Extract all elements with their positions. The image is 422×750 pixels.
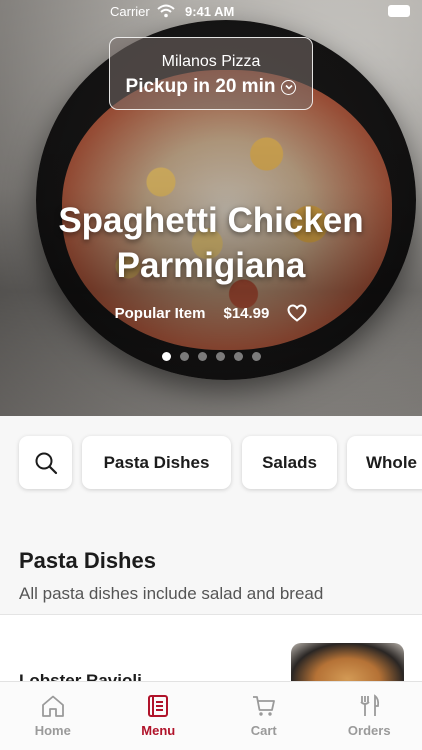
carousel-dot[interactable] <box>161 352 171 361</box>
menu-item-row[interactable]: Lobster Ravioli <box>0 615 422 703</box>
carrier-label: Carrier <box>110 4 150 19</box>
tab-cart-label: Cart <box>250 723 277 738</box>
featured-title-line-2: Parmigiana <box>116 246 306 285</box>
tab-menu[interactable]: Menu <box>106 682 212 750</box>
menu-icon <box>148 695 169 717</box>
featured-meta: Popular Item $14.99 <box>0 304 422 322</box>
cart-icon <box>252 696 275 716</box>
wifi-icon <box>157 4 175 18</box>
heart-icon[interactable] <box>287 304 307 322</box>
battery-icon <box>388 5 410 17</box>
carousel-dot[interactable] <box>179 352 189 361</box>
search-button[interactable] <box>19 436 72 489</box>
tab-bar: Home Menu Cart Orders <box>0 681 422 750</box>
featured-hero[interactable]: Carrier 9:41 AM Milanos Pizza Pickup in … <box>0 0 422 416</box>
status-bar: Carrier 9:41 AM <box>0 0 422 24</box>
category-strip[interactable]: Pasta Dishes Salads Whole <box>0 416 422 508</box>
featured-tag: Popular Item <box>114 304 206 322</box>
home-icon <box>41 695 64 717</box>
store-name: Milanos Pizza <box>161 53 261 70</box>
section-subtitle: All pasta dishes include salad and bread <box>19 584 324 603</box>
search-icon <box>35 452 57 474</box>
pickup-time-label: Pickup in 20 min <box>125 76 276 97</box>
carousel-dot[interactable] <box>233 352 243 361</box>
featured-title-line-1: Spaghetti Chicken <box>58 201 364 240</box>
tab-cart[interactable]: Cart <box>211 682 317 750</box>
chevron-down-icon <box>281 79 297 95</box>
category-chip-salads[interactable]: Salads <box>242 436 337 489</box>
section-title: Pasta Dishes <box>19 548 156 573</box>
category-chip-pasta-dishes[interactable]: Pasta Dishes <box>82 436 231 489</box>
carousel-dot[interactable] <box>197 352 207 361</box>
tab-home[interactable]: Home <box>0 682 106 750</box>
carousel-pagination[interactable] <box>0 352 422 361</box>
tab-menu-label: Menu <box>141 723 176 738</box>
store-pickup-selector[interactable]: Milanos Pizza Pickup in 20 min <box>109 37 313 110</box>
status-time: 9:41 AM <box>185 4 235 19</box>
tab-orders[interactable]: Orders <box>317 682 422 750</box>
featured-price: $14.99 <box>223 304 270 322</box>
carousel-dot[interactable] <box>215 352 225 361</box>
section-header: Pasta Dishes All pasta dishes include sa… <box>19 548 323 604</box>
pickup-row: Pickup in 20 min <box>110 76 312 98</box>
tab-orders-label: Orders <box>347 723 391 738</box>
category-chip-whole[interactable]: Whole <box>347 436 422 489</box>
carousel-dot[interactable] <box>251 352 261 361</box>
tab-home-label: Home <box>34 723 71 738</box>
orders-icon <box>360 694 380 716</box>
featured-item-title: Spaghetti Chicken Parmigiana <box>0 198 422 288</box>
